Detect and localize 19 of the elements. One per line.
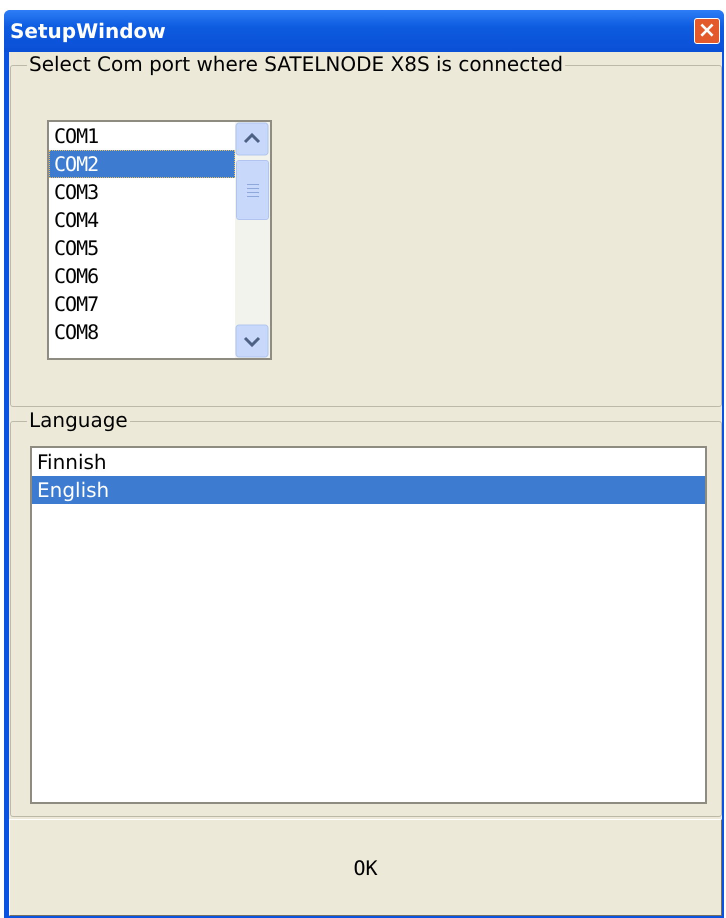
- list-item[interactable]: COM7: [49, 290, 235, 318]
- scrollbar[interactable]: [235, 122, 270, 358]
- list-item[interactable]: Finnish: [32, 448, 705, 476]
- list-item[interactable]: COM8: [49, 318, 235, 346]
- close-button[interactable]: ×: [694, 18, 720, 44]
- list-item[interactable]: COM5: [49, 234, 235, 262]
- language-list[interactable]: Finnish English: [30, 446, 707, 804]
- port-list[interactable]: COM1 COM2 COM3 COM4 COM5 COM6 COM7 COM8: [47, 120, 272, 360]
- list-item[interactable]: COM1: [49, 122, 235, 150]
- scroll-thumb[interactable]: [236, 160, 269, 220]
- list-item[interactable]: COM3: [49, 178, 235, 206]
- scroll-down-icon[interactable]: [235, 324, 269, 358]
- list-item[interactable]: COM4: [49, 206, 235, 234]
- ok-button[interactable]: OK: [9, 819, 722, 916]
- list-item[interactable]: English: [32, 476, 705, 504]
- scroll-up-icon[interactable]: [235, 122, 269, 156]
- list-item[interactable]: COM2: [49, 150, 235, 178]
- window-title: SetupWindow: [10, 19, 166, 43]
- list-item[interactable]: COM6: [49, 262, 235, 290]
